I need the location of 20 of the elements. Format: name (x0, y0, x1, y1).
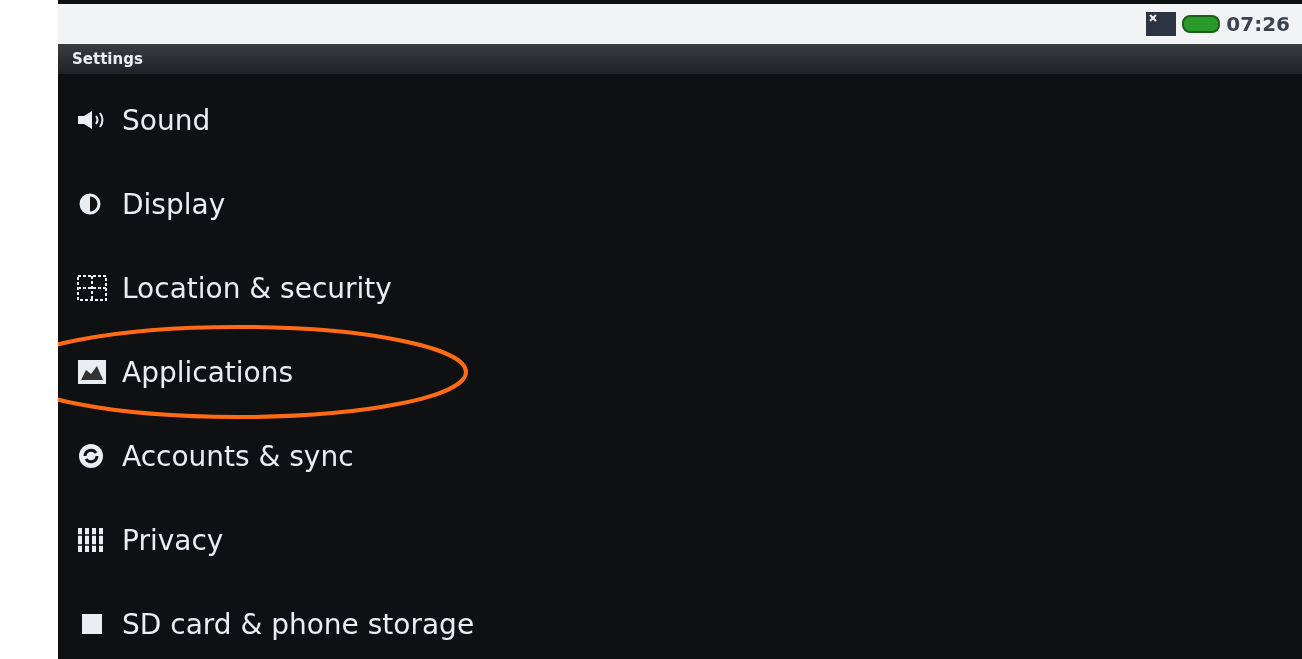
item-label: Applications (122, 355, 294, 389)
battery-icon (1182, 15, 1221, 33)
item-label: Display (122, 187, 226, 221)
settings-item[interactable]: Privacy (58, 498, 1302, 582)
settings-item[interactable]: Applications (58, 330, 1302, 414)
item-label: SD card & phone storage (122, 607, 475, 641)
settings-item[interactable]: Display (58, 162, 1302, 246)
screen-title: Settings (72, 50, 143, 68)
settings-item[interactable]: Accounts & sync (58, 414, 1302, 498)
item-label: Privacy (122, 523, 224, 557)
settings-item[interactable]: SD card & phone storage (58, 582, 1302, 659)
settings-item[interactable]: Sound (58, 78, 1302, 162)
settings-item[interactable]: Location & security (58, 246, 1302, 330)
grid-icon (76, 274, 108, 302)
item-label: Accounts & sync (122, 439, 354, 473)
picture-icon (76, 358, 108, 386)
clock-time: 07:26 (1226, 12, 1290, 36)
signal-off-icon (1146, 12, 1177, 36)
item-label: Location & security (122, 271, 392, 305)
item-label: Sound (122, 103, 211, 137)
